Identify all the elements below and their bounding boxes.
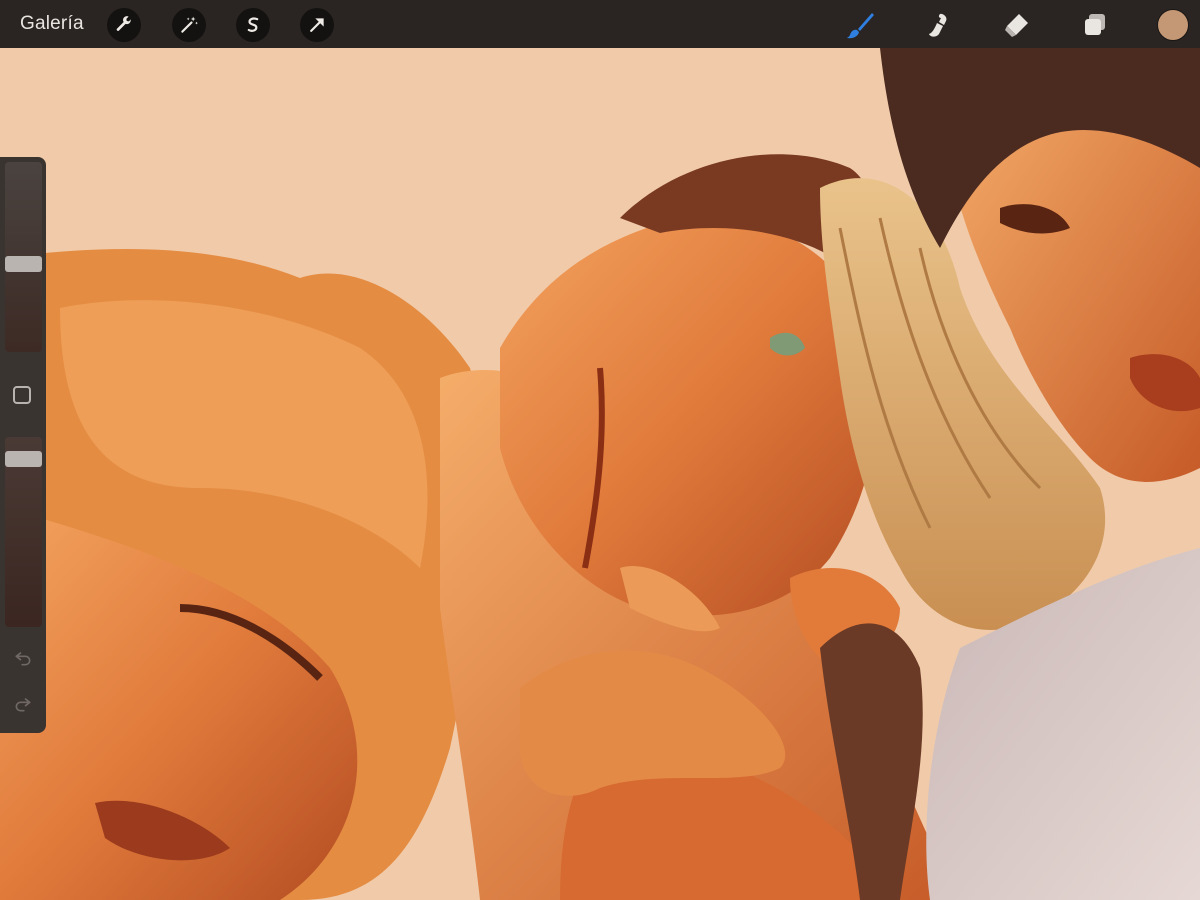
eraser-icon [1005, 14, 1028, 37]
color-picker-button[interactable] [1157, 9, 1189, 41]
redo-button[interactable] [11, 692, 35, 716]
eraser-tool-button[interactable] [1000, 8, 1034, 42]
sidebar [0, 157, 46, 733]
drawing-canvas[interactable] [0, 48, 1200, 900]
modify-button[interactable] [13, 386, 31, 404]
brush-tool-button[interactable] [844, 8, 878, 42]
top-toolbar: Galería [0, 0, 1200, 48]
wrench-icon [116, 16, 132, 31]
move-arrow-icon [310, 18, 324, 32]
layers-button[interactable] [1078, 8, 1112, 42]
smudge-icon [929, 13, 947, 37]
brush-size-thumb[interactable] [5, 256, 42, 272]
selection-button[interactable] [236, 8, 270, 42]
magic-wand-icon [181, 16, 198, 33]
redo-icon [15, 698, 31, 712]
smudge-tool-button[interactable] [922, 8, 956, 42]
undo-button[interactable] [11, 646, 35, 670]
selection-icon [247, 17, 259, 32]
opacity-slider[interactable] [5, 437, 42, 627]
adjustments-button[interactable] [172, 8, 206, 42]
transform-button[interactable] [300, 8, 334, 42]
layers-icon [1085, 14, 1105, 35]
gallery-button[interactable]: Galería [20, 12, 84, 36]
brush-size-slider[interactable] [5, 162, 42, 352]
undo-icon [15, 652, 31, 666]
opacity-thumb[interactable] [5, 451, 42, 467]
actions-button[interactable] [107, 8, 141, 42]
brush-icon [847, 13, 874, 39]
